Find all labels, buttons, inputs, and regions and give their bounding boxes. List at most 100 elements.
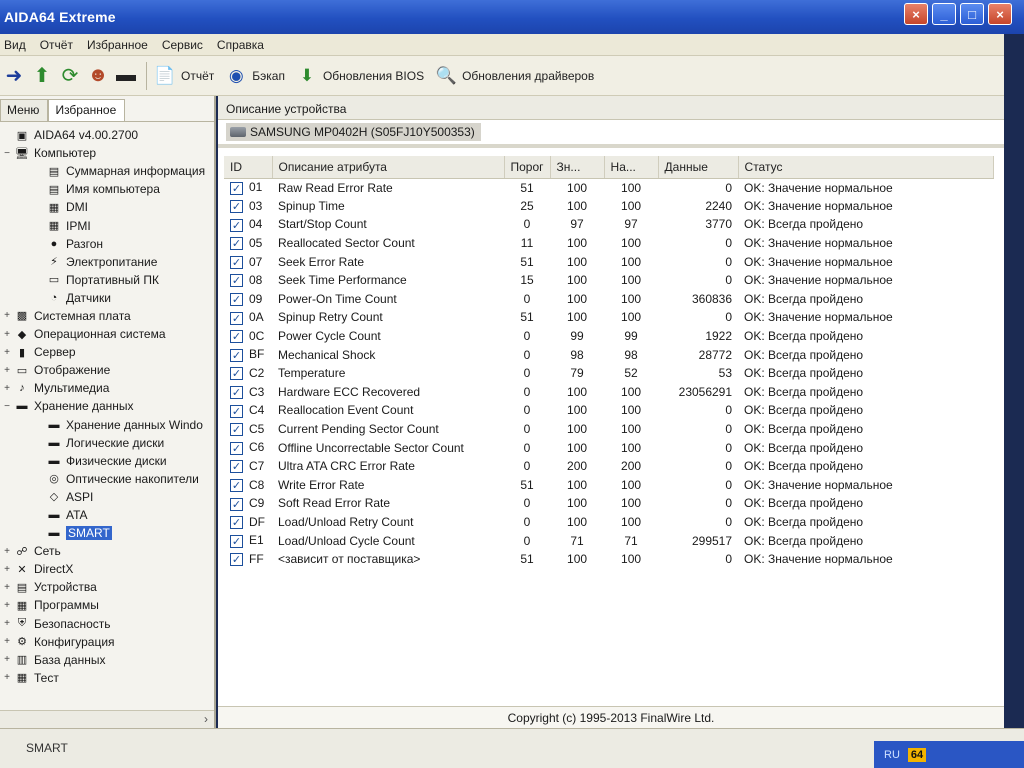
device-item[interactable]: SAMSUNG MP0402H (S05FJ10Y500353) — [226, 123, 481, 141]
menu-report[interactable]: Отчёт — [40, 38, 73, 52]
tree-item[interactable]: ◇ ASPI — [0, 488, 214, 506]
row-checkbox[interactable]: ✓ — [230, 441, 243, 455]
expand-toggle-icon[interactable]: + — [2, 582, 12, 593]
table-row[interactable]: ✓ C2 Temperature 0 79 52 53 OK: Всегда пройдено — [224, 364, 994, 383]
menu-help[interactable]: Справка — [217, 38, 264, 52]
row-checkbox[interactable]: ✓ — [230, 348, 243, 362]
row-checkbox[interactable]: ✓ — [230, 553, 243, 567]
language-indicator[interactable]: RU — [884, 749, 900, 761]
table-row[interactable]: ✓ 08 Seek Time Performance 15 100 100 0 OK: Зна… — [224, 271, 994, 290]
table-row[interactable]: ✓ C7 Ultra ATA CRC Error Rate 0 200 200 0 OK: В… — [224, 457, 994, 476]
expand-toggle-icon[interactable]: + — [2, 564, 12, 575]
row-checkbox[interactable]: ✓ — [230, 460, 243, 474]
row-checkbox[interactable]: ✓ — [230, 181, 243, 195]
table-row[interactable]: ✓ BF Mechanical Shock 0 98 98 28772 OK: Всегда … — [224, 345, 994, 364]
expand-toggle-icon[interactable]: − — [2, 148, 12, 159]
row-checkbox[interactable]: ✓ — [230, 423, 243, 437]
device-selector[interactable]: SAMSUNG MP0402H (S05FJ10Y500353) — [218, 120, 1004, 148]
table-row[interactable]: ✓ 09 Power-On Time Count 0 100 100 360836 OK: В… — [224, 290, 994, 309]
maximize-button[interactable]: □ — [960, 3, 984, 25]
col-threshold[interactable]: Порог — [504, 156, 551, 179]
tree-item[interactable]: + ▦ Программы — [0, 596, 214, 614]
tree-item[interactable]: + ⚙ Конфигурация — [0, 633, 214, 651]
tree-item[interactable]: ▣ AIDA64 v4.00.2700 — [0, 126, 214, 144]
table-row[interactable]: ✓ 03 Spinup Time 25 100 100 2240 OK: Значение н… — [224, 197, 994, 216]
back-arrow-icon[interactable]: ➜ — [0, 62, 28, 90]
tree-item[interactable]: + ▤ Устройства — [0, 578, 214, 596]
expand-toggle-icon[interactable]: + — [2, 600, 12, 611]
col-status[interactable]: Статус — [738, 156, 995, 179]
minimize-button[interactable]: _ — [932, 3, 956, 25]
tree-item[interactable]: ▬ SMART — [0, 524, 214, 542]
table-row[interactable]: ✓ C8 Write Error Rate 51 100 100 0 OK: Значение… — [224, 476, 994, 495]
menu-view[interactable]: Вид — [4, 38, 26, 52]
tree-item[interactable]: + ⛨ Безопасность — [0, 615, 214, 633]
tree-item[interactable]: ◔ Датчики — [0, 289, 214, 307]
row-checkbox[interactable]: ✓ — [230, 478, 243, 492]
tree-item[interactable]: ◎ Оптические накопители — [0, 470, 214, 488]
table-row[interactable]: ✓ C3 Hardware ECC Recovered 0 100 100 23056291… — [224, 383, 994, 402]
bios-update-button[interactable]: ⬇ Обновления BIOS — [295, 64, 424, 88]
tab-favorites[interactable]: Избранное — [48, 99, 126, 121]
expand-toggle-icon[interactable]: + — [2, 636, 12, 647]
expand-toggle-icon[interactable]: + — [2, 310, 12, 321]
menu-favorites[interactable]: Избранное — [87, 38, 148, 52]
menu-service[interactable]: Сервис — [162, 38, 203, 52]
table-row[interactable]: ✓ 05 Reallocated Sector Count 11 100 100 0 OK: … — [224, 234, 994, 253]
tree-item[interactable]: + ✕ DirectX — [0, 560, 214, 578]
report-button[interactable]: 📄 Отчёт — [153, 64, 214, 88]
refresh-icon[interactable]: ⟳ — [56, 62, 84, 90]
tree-item[interactable]: + ☍ Сеть — [0, 542, 214, 560]
aida-tray-icon[interactable]: 64 — [907, 748, 927, 762]
table-row[interactable]: ✓ DF Load/Unload Retry Count 0 100 100 0 OK: Вс… — [224, 513, 994, 532]
tree-item[interactable]: − ▬ Хранение данных — [0, 397, 214, 415]
table-row[interactable]: ✓ 04 Start/Stop Count 0 97 97 3770 OK: Всегда п… — [224, 215, 994, 234]
table-row[interactable]: ✓ FF <зависит от поставщика> 51 100 100 0 OK: З… — [224, 550, 994, 569]
expand-toggle-icon[interactable]: + — [2, 618, 12, 629]
row-checkbox[interactable]: ✓ — [230, 516, 243, 530]
expand-toggle-icon[interactable]: + — [2, 546, 12, 557]
up-arrow-icon[interactable]: ⬆ — [28, 62, 56, 90]
table-row[interactable]: ✓ 0C Power Cycle Count 0 99 99 1922 OK: Всегда … — [224, 327, 994, 346]
table-row[interactable]: ✓ C6 Offline Uncorrectable Sector Count 0 10… — [224, 438, 994, 457]
row-checkbox[interactable]: ✓ — [230, 367, 243, 381]
aida-close-icon[interactable]: × — [904, 3, 928, 25]
row-checkbox[interactable]: ✓ — [230, 385, 243, 399]
row-checkbox[interactable]: ✓ — [230, 404, 243, 418]
tree-item[interactable]: ▬ Хранение данных Windo — [0, 416, 214, 434]
tree-item[interactable]: ▬ Физические диски — [0, 452, 214, 470]
tree-item[interactable]: − 🖥 Компьютер — [0, 144, 214, 162]
tree-item[interactable]: ▬ ATA — [0, 506, 214, 524]
col-worst[interactable]: На... — [604, 156, 659, 179]
tree-item[interactable]: ⚡ Электропитание — [0, 253, 214, 271]
table-row[interactable]: ✓ 0A Spinup Retry Count 51 100 100 0 OK: Значен… — [224, 308, 994, 327]
expand-toggle-icon[interactable]: − — [2, 401, 12, 412]
tree-item[interactable]: + ♪ Мультимедиа — [0, 379, 214, 397]
tree-item[interactable]: + ▭ Отображение — [0, 361, 214, 379]
tree-item[interactable]: + ▥ База данных — [0, 651, 214, 669]
row-checkbox[interactable]: ✓ — [230, 274, 243, 288]
users-icon[interactable]: ☻ — [84, 62, 112, 90]
tree-item[interactable]: ▤ Имя компьютера — [0, 180, 214, 198]
expand-toggle-icon[interactable]: + — [2, 365, 12, 376]
tree-item[interactable]: + ▦ Тест — [0, 669, 214, 687]
tree-item[interactable]: ▭ Портативный ПК — [0, 271, 214, 289]
row-checkbox[interactable]: ✓ — [230, 497, 243, 511]
expand-toggle-icon[interactable]: + — [2, 329, 12, 340]
row-checkbox[interactable]: ✓ — [230, 255, 243, 269]
row-checkbox[interactable]: ✓ — [230, 200, 243, 214]
row-checkbox[interactable]: ✓ — [230, 534, 243, 548]
expand-toggle-icon[interactable]: + — [2, 347, 12, 358]
tree-item[interactable]: + ◆ Операционная система — [0, 325, 214, 343]
row-checkbox[interactable]: ✓ — [230, 293, 243, 307]
table-row[interactable]: ✓ 01 Raw Read Error Rate 51 100 100 0 OK: Значе… — [224, 178, 994, 197]
table-row[interactable]: ✓ C5 Current Pending Sector Count 0 100 100 0 O… — [224, 420, 994, 439]
tree-item[interactable]: ● Разгон — [0, 235, 214, 253]
close-button[interactable]: × — [988, 3, 1012, 25]
row-checkbox[interactable]: ✓ — [230, 330, 243, 344]
expand-toggle-icon[interactable]: + — [2, 672, 12, 683]
table-row[interactable]: ✓ C4 Reallocation Event Count 0 100 100 0 OK: В… — [224, 401, 994, 420]
row-checkbox[interactable]: ✓ — [230, 311, 243, 325]
tree-item[interactable]: ▦ DMI — [0, 198, 214, 216]
table-row[interactable]: ✓ 07 Seek Error Rate 51 100 100 0 OK: Значение … — [224, 252, 994, 271]
